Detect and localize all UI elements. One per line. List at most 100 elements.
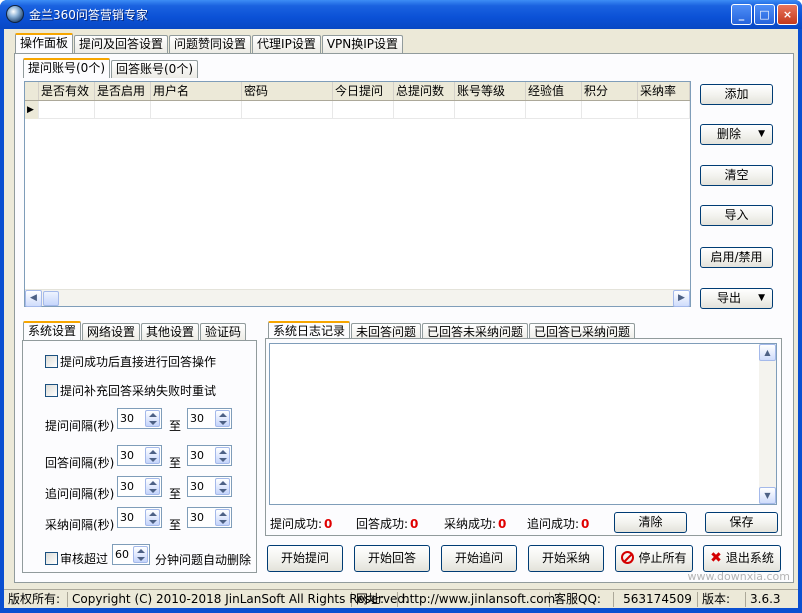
save-log-button[interactable]: 保存	[705, 512, 778, 533]
checkbox-box[interactable]	[45, 355, 58, 368]
table-cell[interactable]	[638, 101, 690, 119]
column-header[interactable]: 用户名	[151, 82, 242, 100]
table-row[interactable]: ▶	[25, 101, 690, 119]
accounts-grid[interactable]: 是否有效 是否启用 用户名 密码 今日提问 总提问数 账号等级 经验值 积分 采…	[24, 81, 691, 307]
clear-log-button[interactable]: 清除	[614, 512, 687, 533]
minimize-button[interactable]: _	[731, 4, 752, 25]
tab-answer-accounts[interactable]: 回答账号(0个)	[111, 60, 198, 78]
retry-on-failure-checkbox[interactable]: 提问补充回答采纳失败时重试	[45, 382, 216, 399]
tab-operation-panel[interactable]: 操作面板	[15, 33, 74, 53]
adopt-interval-to-stepper[interactable]: 30	[187, 507, 232, 528]
question-interval-label: 提问间隔(秒)	[45, 419, 115, 433]
log-textarea[interactable]: ▲ ▼	[269, 343, 777, 505]
scroll-down-icon[interactable]: ▼	[759, 487, 776, 504]
checkbox-box[interactable]	[45, 552, 58, 565]
followup-interval-from-stepper[interactable]: 30	[117, 476, 162, 497]
tab-network-settings[interactable]: 网络设置	[82, 323, 141, 341]
tab-other-settings[interactable]: 其他设置	[141, 323, 200, 341]
scroll-right-icon[interactable]: ▶	[673, 290, 690, 307]
stepper-value[interactable]: 30	[190, 412, 204, 425]
import-button[interactable]: 导入	[700, 205, 773, 226]
audit-auto-delete-checkbox[interactable]: 审核超过	[45, 550, 108, 567]
question-interval-to-stepper[interactable]: 30	[187, 408, 232, 429]
maximize-button[interactable]: □	[754, 4, 775, 25]
title-bar[interactable]: 金兰360问答营销专家 _ □ ×	[0, 0, 802, 29]
table-cell[interactable]	[242, 101, 333, 119]
spin-arrows-icon[interactable]	[215, 447, 230, 464]
column-header[interactable]: 采纳率	[638, 82, 690, 100]
table-cell[interactable]	[95, 101, 151, 119]
column-header[interactable]: 是否有效	[39, 82, 95, 100]
tab-question-answer-settings[interactable]: 提问及回答设置	[74, 35, 169, 53]
start-question-button[interactable]: 开始提问	[267, 545, 343, 572]
range-separator: 至	[169, 487, 182, 501]
spin-arrows-icon[interactable]	[215, 410, 230, 427]
answer-after-question-checkbox[interactable]: 提问成功后直接进行回答操作	[45, 353, 216, 370]
stepper-value[interactable]: 30	[120, 480, 134, 493]
scroll-thumb[interactable]	[43, 291, 59, 306]
column-header[interactable]: 密码	[242, 82, 333, 100]
start-adopt-button[interactable]: 开始采纳	[528, 545, 604, 572]
tab-system-settings[interactable]: 系统设置	[23, 321, 82, 341]
table-cell[interactable]	[526, 101, 582, 119]
stat-value: 0	[324, 517, 333, 531]
table-cell[interactable]	[394, 101, 455, 119]
spin-arrows-icon[interactable]	[215, 478, 230, 495]
spin-arrows-icon[interactable]	[145, 509, 160, 526]
column-header[interactable]: 总提问数	[394, 82, 455, 100]
add-button[interactable]: 添加	[700, 84, 773, 105]
export-dropdown-button[interactable]: 导出 ▼	[700, 288, 773, 309]
tab-captcha[interactable]: 验证码	[200, 323, 247, 341]
spin-arrows-icon[interactable]	[145, 410, 160, 427]
status-bar: 版权所有: Copyright (C) 2010-2018 JinLanSoft…	[4, 589, 798, 608]
stepper-value[interactable]: 30	[120, 511, 134, 524]
tab-question-like-settings[interactable]: 问题赞同设置	[169, 35, 252, 53]
column-header[interactable]: 今日提问	[333, 82, 394, 100]
log-vertical-scrollbar[interactable]: ▲ ▼	[759, 344, 776, 504]
spin-arrows-icon[interactable]	[133, 546, 148, 563]
table-cell[interactable]	[582, 101, 638, 119]
stepper-value[interactable]: 30	[190, 511, 204, 524]
table-cell[interactable]	[151, 101, 242, 119]
enable-disable-button[interactable]: 启用/禁用	[700, 247, 773, 268]
window-title: 金兰360问答营销专家	[29, 8, 148, 22]
qq-number: 563174509	[616, 592, 698, 607]
start-answer-button[interactable]: 开始回答	[354, 545, 430, 572]
website-link[interactable]: http://www.jinlansoft.com	[400, 592, 555, 607]
grid-horizontal-scrollbar[interactable]: ◀ ▶	[25, 289, 690, 307]
clear-button[interactable]: 清空	[700, 165, 773, 186]
checkbox-box[interactable]	[45, 384, 58, 397]
column-header[interactable]: 是否启用	[95, 82, 151, 100]
chevron-down-icon: ▼	[758, 129, 765, 139]
tab-proxy-ip-settings[interactable]: 代理IP设置	[252, 35, 321, 53]
followup-interval-to-stepper[interactable]: 30	[187, 476, 232, 497]
spin-arrows-icon[interactable]	[215, 509, 230, 526]
tab-question-accounts[interactable]: 提问账号(0个)	[23, 58, 110, 78]
start-followup-button[interactable]: 开始追问	[441, 545, 517, 572]
stepper-value[interactable]: 30	[190, 449, 204, 462]
delete-dropdown-button[interactable]: 删除 ▼	[700, 124, 773, 145]
spin-arrows-icon[interactable]	[145, 447, 160, 464]
table-cell[interactable]	[333, 101, 394, 119]
adopt-interval-from-stepper[interactable]: 30	[117, 507, 162, 528]
close-button[interactable]: ×	[777, 4, 798, 25]
audit-minutes-stepper[interactable]: 60	[112, 544, 150, 565]
question-interval-from-stepper[interactable]: 30	[117, 408, 162, 429]
column-header[interactable]: 账号等级	[455, 82, 526, 100]
stepper-value[interactable]: 60	[115, 548, 129, 561]
table-cell[interactable]	[39, 101, 95, 119]
stepper-value[interactable]: 30	[120, 449, 134, 462]
table-cell[interactable]	[455, 101, 526, 119]
answer-interval-from-stepper[interactable]: 30	[117, 445, 162, 466]
stepper-value[interactable]: 30	[120, 412, 134, 425]
scroll-up-icon[interactable]: ▲	[759, 344, 776, 361]
stepper-value[interactable]: 30	[190, 480, 204, 493]
stat-value: 0	[498, 517, 507, 531]
answer-interval-to-stepper[interactable]: 30	[187, 445, 232, 466]
column-header[interactable]: 积分	[582, 82, 638, 100]
spin-arrows-icon[interactable]	[145, 478, 160, 495]
column-header[interactable]: 经验值	[526, 82, 582, 100]
audit-suffix-label: 分钟问题自动删除	[155, 553, 252, 567]
scroll-left-icon[interactable]: ◀	[25, 290, 42, 307]
tab-vpn-ip-settings[interactable]: VPN换IP设置	[321, 35, 404, 53]
